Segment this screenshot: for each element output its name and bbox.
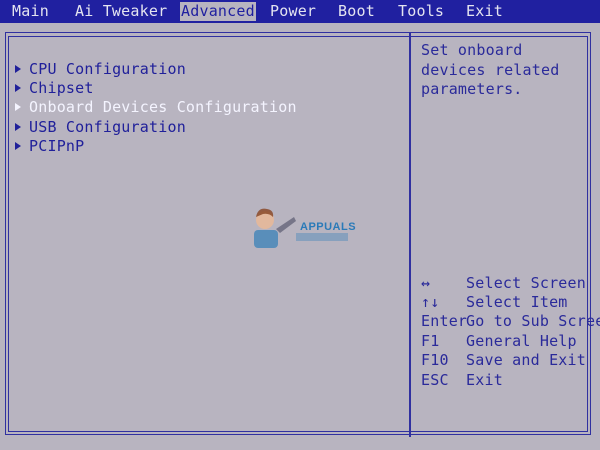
help-text-line: Set onboard — [421, 41, 523, 59]
submenu-arrow-icon — [15, 84, 21, 92]
tab-exit[interactable]: Exit — [466, 2, 503, 21]
left-right-arrow-icon: ↔ — [421, 274, 431, 292]
bios-menubar: Main Ai Tweaker Advanced Power Boot Tool… — [0, 0, 600, 23]
bios-screen: Main Ai Tweaker Advanced Power Boot Tool… — [0, 0, 600, 450]
menu-item-pcipnp[interactable]: PCIPnP — [15, 137, 84, 156]
submenu-arrow-icon — [15, 142, 21, 150]
help-text-line: devices related — [421, 61, 560, 79]
help-text-line: parameters. — [421, 80, 523, 98]
tab-boot[interactable]: Boot — [338, 2, 375, 21]
tab-main[interactable]: Main — [12, 2, 49, 21]
menu-item-cpu-configuration[interactable]: CPU Configuration — [15, 60, 186, 79]
tab-tools[interactable]: Tools — [398, 2, 444, 21]
up-down-arrow-icon: ↑↓ — [421, 293, 440, 311]
watermark-text: APPUALS — [300, 221, 357, 233]
menu-item-chipset[interactable]: Chipset — [15, 79, 94, 98]
submenu-arrow-icon — [15, 123, 21, 131]
submenu-arrow-icon — [15, 65, 21, 73]
tab-power[interactable]: Power — [270, 2, 316, 21]
panel-divider — [409, 32, 411, 437]
menu-item-usb-configuration[interactable]: USB Configuration — [15, 118, 186, 137]
submenu-arrow-icon — [15, 103, 21, 111]
tab-advanced[interactable]: Advanced — [180, 2, 256, 21]
tab-ai-tweaker[interactable]: Ai Tweaker — [75, 2, 167, 21]
menu-item-onboard-devices-configuration[interactable]: Onboard Devices Configuration — [15, 98, 297, 117]
